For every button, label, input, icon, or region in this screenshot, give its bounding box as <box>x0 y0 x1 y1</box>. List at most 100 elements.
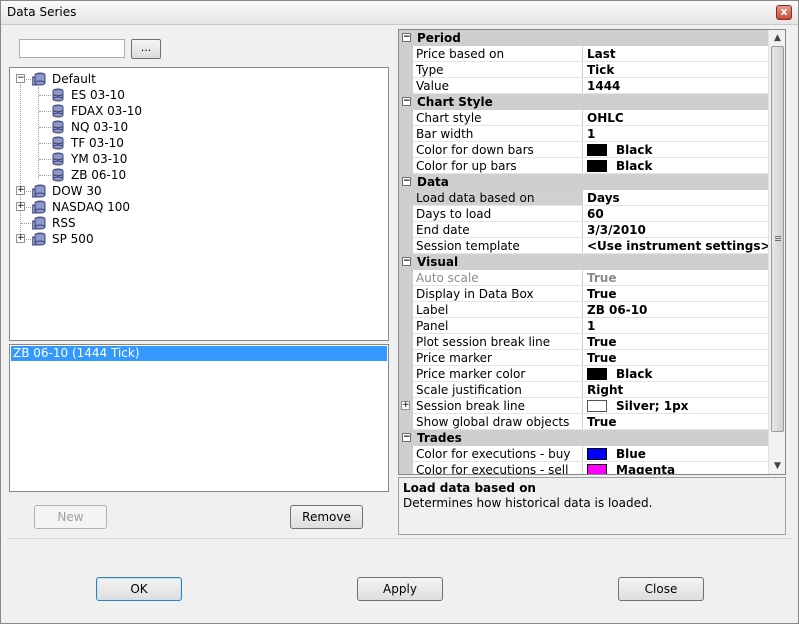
property-value[interactable]: <Use instrument settings> <box>584 238 769 254</box>
property-value-text: Tick <box>587 63 615 77</box>
scroll-up-arrow-icon[interactable]: ▲ <box>769 30 786 46</box>
expand-icon[interactable]: + <box>16 234 25 243</box>
tree-item[interactable]: ES 03-10 <box>10 87 380 103</box>
property-row[interactable]: Show global draw objects True <box>399 414 769 430</box>
collapse-icon[interactable]: − <box>402 33 411 42</box>
property-value[interactable]: True <box>584 414 769 430</box>
property-grid-scrollbar[interactable]: ▲ ▼ <box>768 30 785 474</box>
instrument-tree[interactable]: − Default ES 03-10 FDAX 03-10 NQ 03-10 TF 03-… <box>9 67 389 341</box>
tree-item[interactable]: TF 03-10 <box>10 135 380 151</box>
property-value[interactable]: Blue <box>584 446 769 462</box>
new-button[interactable]: New <box>34 505 107 529</box>
data-series-item[interactable]: ZB 06-10 (1444 Tick) <box>11 346 387 361</box>
close-icon[interactable]: x <box>780 5 787 18</box>
expand-icon[interactable]: + <box>16 202 25 211</box>
property-grid[interactable]: − Period Price based on Last Type Tick Value 14… <box>398 29 786 475</box>
property-category[interactable]: − Visual <box>399 254 769 270</box>
property-category[interactable]: − Data <box>399 174 769 190</box>
property-row[interactable]: Session template <Use instrument settings… <box>399 238 769 254</box>
collapse-icon[interactable]: − <box>402 257 411 266</box>
property-row[interactable]: Price marker True <box>399 350 769 366</box>
tree-item[interactable]: + SP 500 <box>10 231 380 247</box>
category-label: Data <box>417 175 449 189</box>
tree-item[interactable]: YM 03-10 <box>10 151 380 167</box>
property-name: Session break line <box>413 398 583 414</box>
property-value[interactable]: 60 <box>584 206 769 222</box>
expand-icon[interactable]: + <box>401 401 410 410</box>
property-row[interactable]: Color for down bars Black <box>399 142 769 158</box>
property-row[interactable]: Value 1444 <box>399 78 769 94</box>
tree-item-label: ES 03-10 <box>71 88 125 102</box>
tree-item[interactable]: + NASDAQ 100 <box>10 199 380 215</box>
property-row[interactable]: Type Tick <box>399 62 769 78</box>
property-value[interactable]: Magenta <box>584 462 769 474</box>
collapse-icon[interactable]: − <box>16 74 25 83</box>
property-value[interactable]: Black <box>584 366 769 382</box>
property-row[interactable]: End date 3/3/2010 <box>399 222 769 238</box>
browse-button[interactable]: ... <box>131 39 161 59</box>
property-row[interactable]: Color for executions - sell Magenta <box>399 462 769 474</box>
property-row[interactable]: Days to load 60 <box>399 206 769 222</box>
property-row[interactable]: Load data based on Days <box>399 190 769 206</box>
property-value[interactable]: 3/3/2010 <box>584 222 769 238</box>
data-series-list[interactable]: ZB 06-10 (1444 Tick) <box>9 344 389 492</box>
property-value[interactable]: Days <box>584 190 769 206</box>
property-row[interactable]: Price based on Last <box>399 46 769 62</box>
property-category[interactable]: − Trades <box>399 430 769 446</box>
tree-item[interactable]: + DOW 30 <box>10 183 380 199</box>
collapse-icon[interactable]: − <box>402 97 411 106</box>
collapse-icon[interactable]: − <box>402 177 411 186</box>
property-row[interactable]: Color for up bars Black <box>399 158 769 174</box>
property-row[interactable]: + Session break line Silver; 1px <box>399 398 769 414</box>
property-gutter <box>399 382 413 398</box>
property-value-text: Right <box>587 383 624 397</box>
property-value[interactable]: True <box>584 270 769 286</box>
property-row[interactable]: Panel 1 <box>399 318 769 334</box>
property-name: Label <box>413 302 583 318</box>
property-row[interactable]: Auto scale True <box>399 270 769 286</box>
property-value[interactable]: ZB 06-10 <box>584 302 769 318</box>
property-gutter <box>399 318 413 334</box>
property-value[interactable]: 1 <box>584 318 769 334</box>
property-value[interactable]: True <box>584 286 769 302</box>
property-value[interactable]: Tick <box>584 62 769 78</box>
property-row[interactable]: Price marker color Black <box>399 366 769 382</box>
remove-button[interactable]: Remove <box>290 505 363 529</box>
tree-connector <box>39 159 51 160</box>
property-value[interactable]: 1 <box>584 126 769 142</box>
tree-item[interactable]: ZB 06-10 <box>10 167 380 183</box>
property-row[interactable]: Chart style OHLC <box>399 110 769 126</box>
tree-item[interactable]: RSS <box>10 215 380 231</box>
scroll-thumb[interactable] <box>771 46 784 432</box>
apply-button[interactable]: Apply <box>357 577 443 601</box>
close-window-button[interactable]: x <box>776 5 792 20</box>
property-value[interactable]: Black <box>584 158 769 174</box>
property-value[interactable]: OHLC <box>584 110 769 126</box>
ok-button[interactable]: OK <box>96 577 182 601</box>
scroll-down-arrow-icon[interactable]: ▼ <box>769 458 786 474</box>
collapse-icon[interactable]: − <box>402 433 411 442</box>
property-row[interactable]: Label ZB 06-10 <box>399 302 769 318</box>
property-value[interactable]: True <box>584 350 769 366</box>
tree-item[interactable]: NQ 03-10 <box>10 119 380 135</box>
property-value[interactable]: Right <box>584 382 769 398</box>
help-title: Load data based on <box>403 481 536 495</box>
property-row[interactable]: Scale justification Right <box>399 382 769 398</box>
tree-item[interactable]: FDAX 03-10 <box>10 103 380 119</box>
property-value[interactable]: Last <box>584 46 769 62</box>
tree-item[interactable]: − Default <box>10 71 380 87</box>
property-value[interactable]: Black <box>584 142 769 158</box>
instrument-list-icon <box>31 72 46 86</box>
property-category[interactable]: − Chart Style <box>399 94 769 110</box>
property-row[interactable]: Display in Data Box True <box>399 286 769 302</box>
instrument-search-input[interactable] <box>19 39 125 58</box>
property-category[interactable]: − Period <box>399 30 769 46</box>
property-row[interactable]: Bar width 1 <box>399 126 769 142</box>
property-row[interactable]: Color for executions - buy Blue <box>399 446 769 462</box>
property-value[interactable]: 1444 <box>584 78 769 94</box>
property-value[interactable]: Silver; 1px <box>584 398 769 414</box>
property-value[interactable]: True <box>584 334 769 350</box>
property-row[interactable]: Plot session break line True <box>399 334 769 350</box>
close-button[interactable]: Close <box>618 577 704 601</box>
expand-icon[interactable]: + <box>16 186 25 195</box>
